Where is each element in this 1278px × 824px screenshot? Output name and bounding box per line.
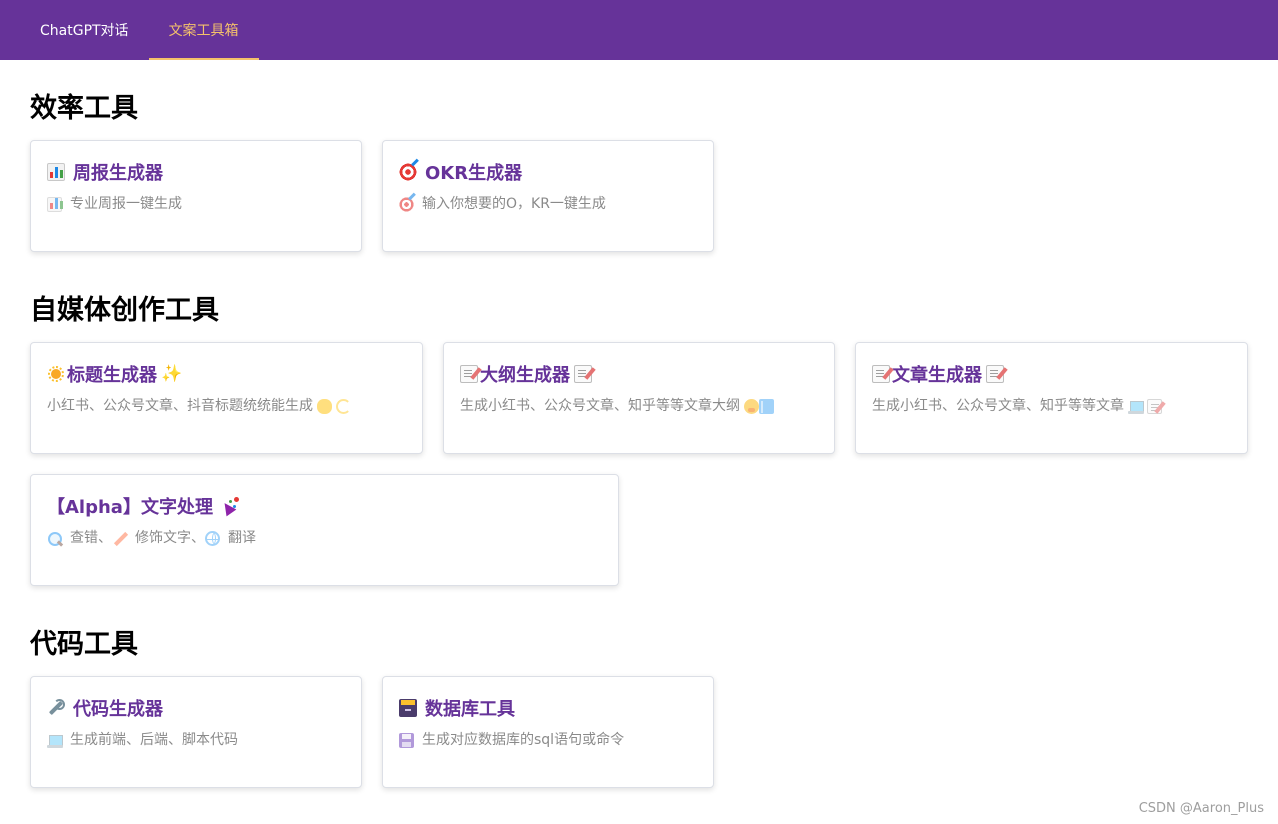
card-title-text: 标题生成器 [67,365,157,386]
card-desc-text: 小红书、公众号文章、抖音标题统统能生成 [47,398,313,414]
card-title-text: OKR生成器 [425,163,523,184]
card-text-processing[interactable]: 【Alpha】文字处理 查错、 修饰文字、 翻译 [30,474,619,586]
section-title-code: 代码工具 [30,629,138,660]
section-title-efficiency: 效率工具 [30,93,138,124]
card-desc: 生成前端、后端、脚本代码 [47,729,345,751]
card-desc: 生成小红书、公众号文章、知乎等等文章 [872,395,1231,417]
card-desc-text: 生成小红书、公众号文章、知乎等等文章 [872,398,1124,414]
card-code-generator[interactable]: 代码生成器 生成前端、后端、脚本代码 [30,676,362,788]
card-desc-text: 修饰文字、 [135,530,205,546]
card-desc-text: 专业周报一键生成 [70,196,182,212]
card-title-generator[interactable]: 标题生成器 ✨ 小红书、公众号文章、抖音标题统统能生成 [30,342,423,454]
card-desc: 查错、 修饰文字、 翻译 [47,527,602,549]
direct-hit-icon [399,163,417,181]
card-desc-text: 翻译 [228,530,256,546]
card-title: 大纲生成器 [460,361,818,387]
bar-chart-icon [47,196,63,212]
card-desc: 专业周报一键生成 [47,193,345,215]
pencil-icon [112,531,127,546]
card-title: 标题生成器 ✨ [47,361,406,387]
card-title: 【Alpha】文字处理 [47,493,602,519]
sparkles-icon: ✨ [161,364,183,384]
card-title-text: 代码生成器 [73,699,163,720]
card-title: 代码生成器 [47,695,345,721]
bar-chart-icon [47,163,65,181]
card-desc-text: 输入你想要的O，KR一键生成 [422,196,606,212]
card-title-text: 大纲生成器 [480,365,570,386]
magnifier-icon [47,531,62,546]
globe-icon [205,530,220,546]
card-title-text: 周报生成器 [73,163,163,184]
card-desc: 生成小红书、公众号文章、知乎等等文章大纲 [460,395,818,417]
section-title-media: 自媒体创作工具 [30,295,219,326]
card-desc-text: 生成对应数据库的sql语句或命令 [422,732,625,748]
dizzy-icon [336,398,351,414]
card-desc: 输入你想要的O，KR一键生成 [399,193,697,215]
card-desc: 生成对应数据库的sql语句或命令 [399,729,697,751]
floppy-disk-icon [399,732,414,748]
card-weekly-report[interactable]: 周报生成器 专业周报一键生成 [30,140,362,252]
party-popper-icon [221,497,239,515]
card-desc-text: 查错、 [70,530,112,546]
wrench-icon [47,699,65,717]
memo-icon [1147,398,1162,414]
top-nav: ChatGPT对话 文案工具箱 [0,0,1278,60]
card-desc-text: 生成小红书、公众号文章、知乎等等文章大纲 [460,398,740,414]
memo-icon [872,365,890,383]
card-title: 文章生成器 [872,361,1231,387]
card-outline-generator[interactable]: 大纲生成器 生成小红书、公众号文章、知乎等等文章大纲 [443,342,835,454]
card-title: OKR生成器 [399,159,697,185]
laptop-icon [47,733,63,748]
sun-icon [47,365,65,383]
card-okr[interactable]: OKR生成器 输入你想要的O，KR一键生成 [382,140,714,252]
laptop-icon [1128,399,1144,414]
card-desc: 小红书、公众号文章、抖音标题统统能生成 [47,395,406,417]
tab-copywriting-toolbox[interactable]: 文案工具箱 [148,0,259,60]
card-title-text: 文章生成器 [892,365,982,386]
oncoming-fist-icon [317,398,332,414]
card-title-text: 数据库工具 [425,699,515,720]
memo-icon [460,365,478,383]
memo-icon [986,365,1004,383]
card-database-tool[interactable]: 数据库工具 生成对应数据库的sql语句或命令 [382,676,714,788]
card-title-text: 【Alpha】文字处理 [47,497,213,518]
card-title: 数据库工具 [399,695,697,721]
watermark: CSDN @Aaron_Plus [1138,801,1264,816]
card-title: 周报生成器 [47,159,345,185]
card-article-generator[interactable]: 文章生成器 生成小红书、公众号文章、知乎等等文章 [855,342,1248,454]
blue-book-icon [759,398,774,414]
file-cabinet-icon [399,699,417,717]
card-desc-text: 生成前端、后端、脚本代码 [70,732,238,748]
direct-hit-icon [399,196,414,212]
thinking-face-icon [744,398,759,414]
tab-chatgpt-chat[interactable]: ChatGPT对话 [20,0,149,60]
memo-icon [574,365,592,383]
